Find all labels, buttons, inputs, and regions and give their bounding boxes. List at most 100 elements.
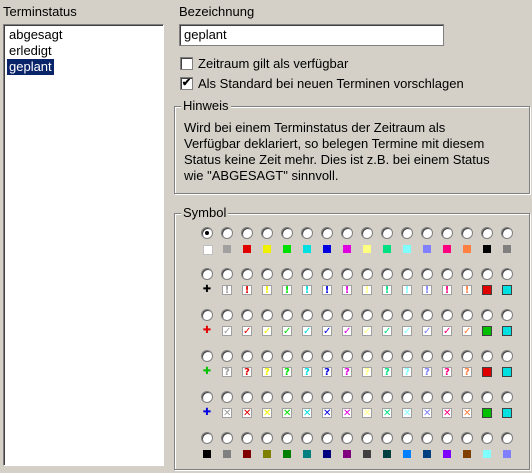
symbol-radio[interactable] [381, 432, 393, 444]
symbol-radio[interactable] [281, 432, 293, 444]
symbol-radio[interactable] [201, 432, 213, 444]
symbol-radio[interactable] [401, 309, 413, 321]
symbol-radio[interactable] [501, 227, 513, 239]
symbol-radio[interactable] [201, 227, 213, 239]
symbol-radio[interactable] [221, 227, 233, 239]
symbol-radio[interactable] [301, 309, 313, 321]
symbol-radio[interactable] [421, 432, 433, 444]
list-item-erledigt[interactable]: erledigt [7, 43, 54, 59]
symbol-radio[interactable] [281, 350, 293, 362]
symbol-radio[interactable] [301, 432, 313, 444]
symbol-radio[interactable] [301, 350, 313, 362]
symbol-radio[interactable] [261, 227, 273, 239]
symbol-radio[interactable] [461, 432, 473, 444]
symbol-radio[interactable] [321, 309, 333, 321]
symbol-radio[interactable] [241, 268, 253, 280]
symbol-radio[interactable] [221, 309, 233, 321]
symbol-radio[interactable] [201, 268, 213, 280]
symbol-radio[interactable] [281, 227, 293, 239]
name-input[interactable] [179, 24, 444, 46]
symbol-radio[interactable] [281, 309, 293, 321]
symbol-radio[interactable] [361, 350, 373, 362]
symbol-radio[interactable] [501, 432, 513, 444]
symbol-radio[interactable] [341, 309, 353, 321]
symbol-radio[interactable] [481, 309, 493, 321]
symbol-radio[interactable] [461, 227, 473, 239]
symbol-radio[interactable] [361, 391, 373, 403]
symbol-radio[interactable] [461, 350, 473, 362]
symbol-radio[interactable] [201, 350, 213, 362]
default-checkbox[interactable]: ✔ [180, 77, 193, 90]
symbol-radio[interactable] [401, 432, 413, 444]
symbol-radio[interactable] [241, 432, 253, 444]
symbol-radio[interactable] [341, 391, 353, 403]
symbol-radio[interactable] [361, 268, 373, 280]
symbol-radio[interactable] [341, 350, 353, 362]
symbol-radio[interactable] [441, 391, 453, 403]
symbol-radio[interactable] [321, 350, 333, 362]
symbol-radio[interactable] [401, 391, 413, 403]
symbol-radio[interactable] [481, 268, 493, 280]
available-checkbox[interactable] [180, 57, 193, 70]
symbol-radio[interactable] [201, 309, 213, 321]
symbol-radio[interactable] [481, 350, 493, 362]
symbol-radio[interactable] [361, 227, 373, 239]
symbol-radio[interactable] [501, 268, 513, 280]
symbol-radio[interactable] [261, 268, 273, 280]
symbol-radio[interactable] [261, 432, 273, 444]
symbol-radio[interactable] [481, 432, 493, 444]
symbol-radio[interactable] [341, 227, 353, 239]
symbol-radio[interactable] [441, 350, 453, 362]
symbol-radio[interactable] [381, 227, 393, 239]
symbol-radio[interactable] [381, 268, 393, 280]
symbol-radio[interactable] [461, 309, 473, 321]
symbol-radio[interactable] [281, 268, 293, 280]
symbol-radio[interactable] [461, 391, 473, 403]
symbol-radio[interactable] [221, 432, 233, 444]
symbol-radio[interactable] [421, 227, 433, 239]
symbol-radio[interactable] [241, 350, 253, 362]
symbol-radio[interactable] [461, 268, 473, 280]
symbol-radio[interactable] [281, 391, 293, 403]
symbol-radio[interactable] [381, 309, 393, 321]
symbol-radio[interactable] [421, 350, 433, 362]
symbol-radio[interactable] [261, 391, 273, 403]
status-listbox[interactable]: abgesagt erledigt geplant [3, 24, 164, 466]
symbol-radio[interactable] [361, 309, 373, 321]
symbol-radio[interactable] [241, 309, 253, 321]
symbol-radio[interactable] [421, 268, 433, 280]
symbol-radio[interactable] [381, 350, 393, 362]
symbol-radio[interactable] [321, 268, 333, 280]
symbol-radio[interactable] [221, 268, 233, 280]
list-item-geplant[interactable]: geplant [7, 59, 54, 75]
symbol-radio[interactable] [401, 268, 413, 280]
symbol-radio[interactable] [321, 391, 333, 403]
symbol-radio[interactable] [321, 227, 333, 239]
symbol-radio[interactable] [241, 391, 253, 403]
symbol-radio[interactable] [421, 391, 433, 403]
symbol-radio[interactable] [221, 350, 233, 362]
symbol-radio[interactable] [501, 391, 513, 403]
symbol-radio[interactable] [501, 309, 513, 321]
symbol-radio[interactable] [501, 350, 513, 362]
symbol-radio[interactable] [341, 268, 353, 280]
symbol-radio[interactable] [441, 309, 453, 321]
symbol-radio[interactable] [441, 432, 453, 444]
symbol-radio[interactable] [481, 391, 493, 403]
symbol-radio[interactable] [241, 227, 253, 239]
symbol-radio[interactable] [361, 432, 373, 444]
list-item-abgesagt[interactable]: abgesagt [7, 27, 65, 43]
symbol-radio[interactable] [401, 350, 413, 362]
symbol-radio[interactable] [341, 432, 353, 444]
symbol-radio[interactable] [261, 309, 273, 321]
symbol-radio[interactable] [381, 391, 393, 403]
symbol-radio[interactable] [421, 309, 433, 321]
symbol-radio[interactable] [441, 268, 453, 280]
symbol-radio[interactable] [401, 227, 413, 239]
symbol-radio[interactable] [261, 350, 273, 362]
symbol-radio[interactable] [221, 391, 233, 403]
symbol-radio[interactable] [301, 268, 313, 280]
symbol-radio[interactable] [321, 432, 333, 444]
symbol-radio[interactable] [201, 391, 213, 403]
symbol-radio[interactable] [441, 227, 453, 239]
